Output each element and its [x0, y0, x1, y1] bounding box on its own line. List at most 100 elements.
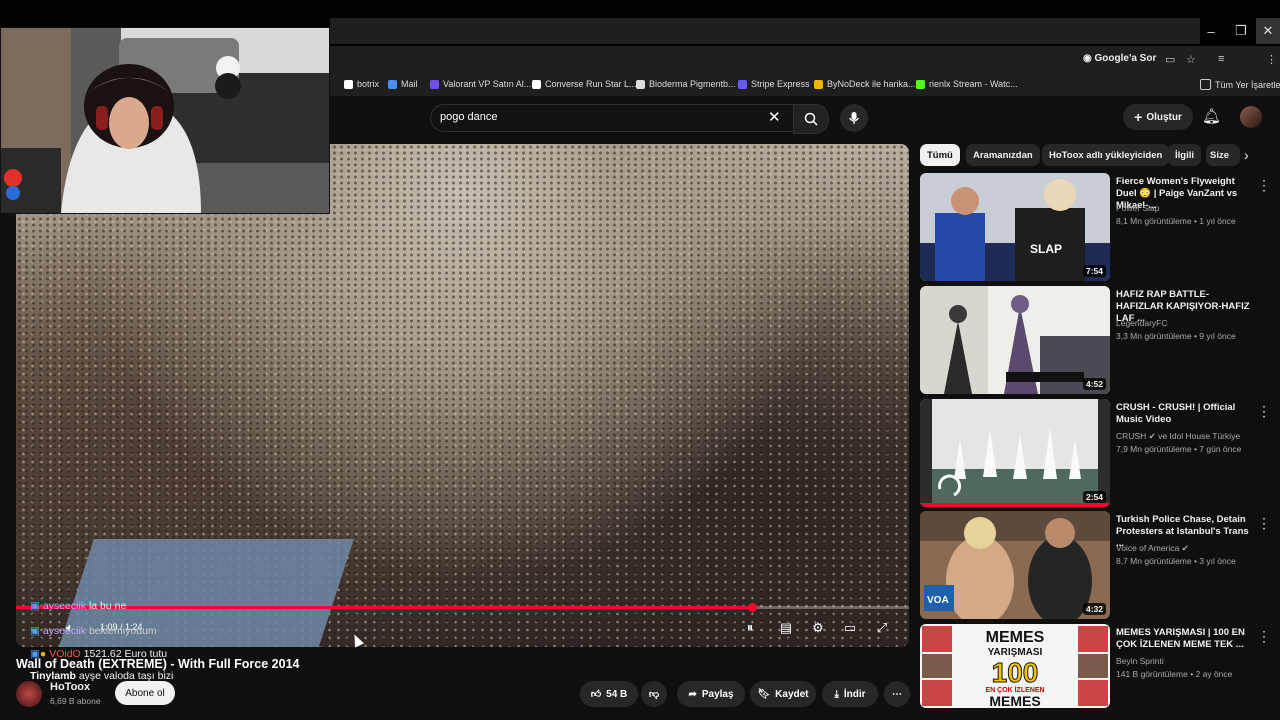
bookmark-label: ByNoDeck ile harika...: [827, 79, 916, 89]
duration-badge: 4:32: [1082, 603, 1106, 615]
bookmark-item[interactable]: Converse Run Star L...: [532, 79, 637, 89]
like-button[interactable]: 👍︎ 54 B: [580, 681, 638, 707]
chat-text: la bu ne: [88, 600, 127, 612]
download-label: İndir: [843, 688, 866, 700]
rec-channel[interactable]: Power Slap: [1116, 203, 1159, 213]
progress-scrubber-handle[interactable]: [747, 603, 757, 612]
search-query: pogo dance: [440, 111, 498, 123]
video-thumbnail[interactable]: 4:52: [920, 286, 1110, 394]
bookmark-label: botrix: [357, 79, 380, 89]
rec-channel[interactable]: Beyin Sprinti: [1116, 656, 1164, 666]
rec-title[interactable]: CRUSH - CRUSH! | Official Music Video: [1116, 402, 1251, 426]
video-player[interactable]: [16, 144, 909, 647]
subscriber-count: 6,69 B abone: [50, 696, 101, 706]
recommendation-item[interactable]: VOA 4:32 Turkish Police Chase, Detain Pr…: [920, 511, 1280, 619]
duration-badge: 7:54: [1082, 265, 1106, 277]
recommendation-item[interactable]: 4:52 HAFIZ RAP BATTLE-HAFIZLAR KAPIŞIYOR…: [920, 286, 1280, 394]
thumb-100-text: 100: [992, 657, 1039, 688]
rec-meta: 3,3 Mn görüntüleme • 9 yıl önce: [1116, 331, 1236, 341]
chat-text: beklemiyodum: [88, 625, 157, 637]
share-button[interactable]: ➦ Paylaş: [677, 681, 745, 707]
rec-meta: 7,9 Mn görüntüleme • 7 gün önce: [1116, 444, 1242, 454]
save-label: Kaydet: [775, 688, 809, 700]
more-options-icon[interactable]: ⋮: [1257, 628, 1271, 645]
google-sor-button[interactable]: ◉ Google'a Sor: [1083, 53, 1156, 64]
extensions-icon[interactable]: ≡: [1218, 53, 1224, 65]
download-button[interactable]: ⤓ İndir: [822, 681, 878, 707]
star-icon[interactable]: ☆: [1186, 53, 1196, 66]
channel-name[interactable]: HoToox: [50, 681, 90, 693]
menu-icon[interactable]: ⋮: [1266, 53, 1277, 66]
thumb-memes2-text: MEMES: [989, 693, 1040, 708]
webcam-image: [1, 28, 329, 213]
video-thumbnail[interactable]: SLAP 7:54: [920, 173, 1110, 281]
recommendation-item[interactable]: SLAP 7:54 Fierce Women's Flyweight Duel …: [920, 173, 1280, 281]
restore-icon[interactable]: ❐: [1226, 18, 1256, 44]
bookmark-item[interactable]: Bioderma Pigmentb...: [636, 79, 736, 89]
recommendation-item[interactable]: 2:54 CRUSH - CRUSH! | Official Music Vid…: [920, 399, 1280, 507]
settings-gear-icon[interactable]: ⚙︎: [808, 619, 828, 637]
voa-logo: VOA: [927, 595, 949, 606]
all-bookmarks[interactable]: Tüm Yer İşaretleri: [1200, 79, 1280, 90]
more-options-icon[interactable]: ⋮: [1257, 403, 1271, 420]
thumbnail-image: SLAP: [920, 173, 1110, 281]
thumb-memes-text: MEMES: [986, 629, 1045, 646]
search-button[interactable]: [793, 104, 829, 134]
rec-channel[interactable]: LegendaryFC: [1116, 318, 1168, 328]
theater-mode-icon[interactable]: ▭: [840, 619, 860, 637]
bookmark-item[interactable]: botrix: [344, 79, 379, 89]
subscribe-button[interactable]: Abone ol: [115, 681, 175, 705]
streamer-webcam: [0, 27, 330, 214]
thumbs-up-icon: 👍︎: [590, 689, 602, 700]
minimize-icon[interactable]: –: [1196, 18, 1226, 44]
close-window-icon[interactable]: ✕: [1256, 18, 1280, 44]
video-thumbnail[interactable]: 2:54: [920, 399, 1110, 507]
bookmark-item[interactable]: Stripe Express: [738, 79, 810, 89]
rec-meta: 8,1 Mn görüntüleme • 1 yıl önce: [1116, 216, 1236, 226]
cast-icon[interactable]: ▭: [1165, 53, 1175, 66]
bookmark-item[interactable]: rienlx Stream - Watc...: [916, 79, 1018, 89]
video-thumbnail[interactable]: MEMES YARIŞMASI 100 EN ÇOK İZLENEN MEMES: [920, 624, 1110, 708]
plus-icon: +: [1134, 109, 1143, 125]
bookmark-label: Bioderma Pigmentb...: [649, 79, 736, 89]
subtitles-icon[interactable]: ▤: [776, 619, 796, 637]
chip-for-you[interactable]: Size: [1206, 144, 1240, 166]
chip-from-uploader[interactable]: HoToox adlı yükleyiciden: [1042, 144, 1170, 166]
bookmark-label: Stripe Express: [751, 79, 810, 89]
rec-channel[interactable]: Voice of America ✔: [1116, 543, 1189, 554]
rec-channel[interactable]: CRUSH ✔ ve Idol House Türkiye: [1116, 431, 1240, 442]
voice-search-button[interactable]: [840, 104, 868, 132]
chevron-right-icon[interactable]: ›: [1244, 147, 1249, 163]
notifications-bell-icon[interactable]: 🔔︎: [1202, 107, 1221, 125]
channel-avatar[interactable]: [16, 681, 42, 707]
fullscreen-icon[interactable]: ⤢: [872, 619, 892, 637]
bookmark-label: Converse Run Star L...: [545, 79, 637, 89]
clear-search-icon[interactable]: ✕: [768, 108, 781, 126]
account-avatar[interactable]: [1240, 106, 1262, 128]
chip-related[interactable]: İlgili: [1168, 144, 1201, 166]
bookmark-item[interactable]: Mail: [388, 79, 418, 89]
duration-badge: 2:54: [1082, 491, 1106, 503]
rec-title[interactable]: MEMES YARIŞMASI | 100 EN ÇOK İZLENEN MEM…: [1116, 627, 1251, 651]
more-options-icon[interactable]: ⋮: [1257, 515, 1271, 532]
recommendation-item[interactable]: MEMES YARIŞMASI 100 EN ÇOK İZLENEN MEMES…: [920, 624, 1280, 720]
thumbnail-image: MEMES YARIŞMASI 100 EN ÇOK İZLENEN MEMES: [920, 624, 1110, 708]
bookmark-item[interactable]: Valorant VP Satın Al...: [430, 79, 531, 89]
autoplay-toggle[interactable]: ⏸︎: [740, 619, 760, 637]
bookmark-item[interactable]: ByNoDeck ile harika...: [814, 79, 916, 89]
save-button[interactable]: 🔖︎ Kaydet: [750, 681, 816, 707]
thumbnail-image: [920, 399, 1110, 507]
video-thumbnail[interactable]: VOA 4:32: [920, 511, 1110, 619]
chip-from-search[interactable]: Aramanızdan: [966, 144, 1040, 166]
more-options-icon[interactable]: ⋮: [1257, 177, 1271, 194]
dislike-button[interactable]: 👎︎: [641, 681, 667, 707]
more-actions-button[interactable]: ⋯: [884, 681, 910, 707]
download-icon: ⤓: [834, 688, 839, 700]
video-title: Wall of Death (EXTREME) - With Full Forc…: [16, 657, 300, 671]
bookmark-label: Valorant VP Satın Al...: [443, 79, 532, 89]
duration-badge: 4:52: [1082, 378, 1106, 390]
bookmark-label: Mail: [401, 79, 418, 89]
chip-all[interactable]: Tümü: [920, 144, 960, 166]
create-button[interactable]: + Oluştur: [1123, 104, 1193, 130]
share-icon: ➦: [688, 688, 697, 700]
